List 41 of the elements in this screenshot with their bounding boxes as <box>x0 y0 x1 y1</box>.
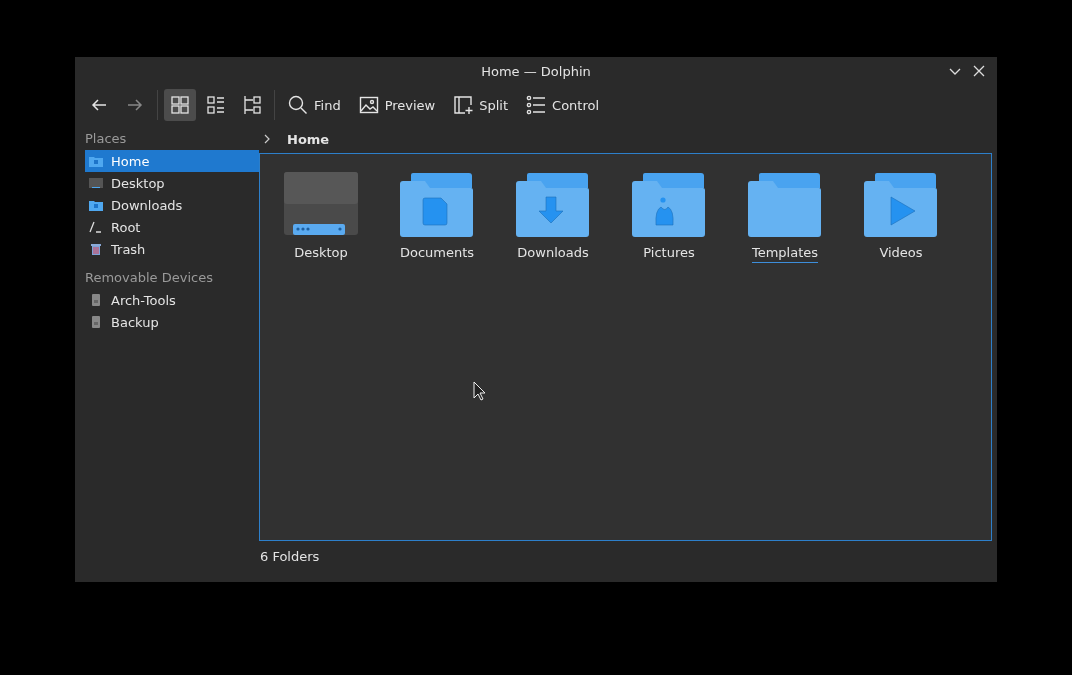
tree-icon <box>242 95 262 115</box>
toolbar-button[interactable]: Preview <box>351 90 443 120</box>
search-icon <box>288 95 308 115</box>
folder-label[interactable]: Downloads <box>517 245 589 263</box>
window-title: Home — Dolphin <box>481 63 591 79</box>
folder-label[interactable]: Videos <box>879 245 923 263</box>
desktop-icon[interactable] <box>281 170 361 238</box>
section-heading: Places <box>85 130 128 148</box>
folder-label[interactable]: Documents <box>399 245 475 263</box>
section-heading: Removable Devices <box>85 269 214 287</box>
trash-icon <box>89 242 103 256</box>
split-icon <box>453 95 474 115</box>
place-item[interactable]: Downloads <box>85 194 259 216</box>
breadcrumb-item[interactable]: Home <box>287 131 330 147</box>
view-mode-button[interactable] <box>164 89 196 121</box>
monitor-icon <box>89 176 103 190</box>
chevron-icon[interactable] <box>263 134 271 144</box>
menu-icon <box>526 95 547 115</box>
folder-label[interactable]: Desktop <box>294 245 348 263</box>
folder-label[interactable]: Templates <box>751 245 819 263</box>
list-icon <box>206 95 226 115</box>
toolbar-button[interactable]: Split <box>446 90 516 120</box>
toolbar-button[interactable]: Control <box>519 90 607 120</box>
grid-icon <box>170 95 190 115</box>
place-item[interactable]: Backup <box>85 311 259 333</box>
slash-icon <box>89 220 103 234</box>
place-item[interactable]: Arch-Tools <box>85 289 259 311</box>
folder-label[interactable]: Pictures <box>643 245 695 263</box>
status-text: 6 Folders <box>259 548 321 564</box>
folder-icon <box>89 198 103 212</box>
place-item[interactable]: Desktop <box>85 172 259 194</box>
place-item[interactable]: Root <box>85 216 259 238</box>
drive-icon <box>89 293 103 307</box>
place-item[interactable]: Trash <box>85 238 259 260</box>
drive-icon <box>89 315 103 329</box>
place-item[interactable]: Home <box>85 150 259 172</box>
toolbar-button[interactable]: Find <box>281 90 348 120</box>
image-icon <box>358 95 379 115</box>
folder-icon <box>89 154 103 168</box>
mouse-pointer-icon <box>473 381 486 401</box>
close-icon[interactable] <box>973 65 985 77</box>
